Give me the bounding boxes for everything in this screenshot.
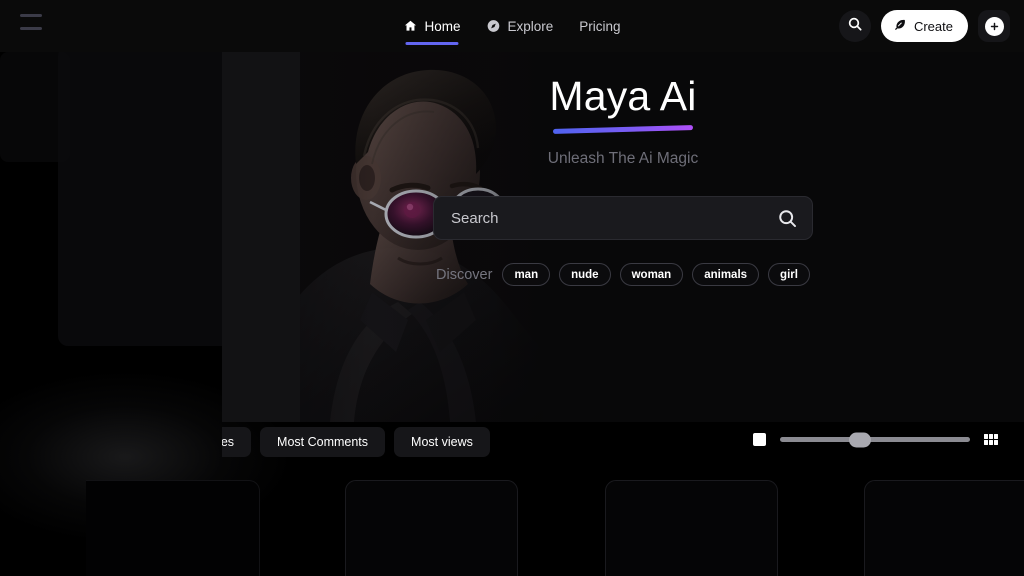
content-card[interactable]: [345, 480, 518, 576]
nav-item-pricing[interactable]: Pricing: [579, 0, 620, 52]
search-icon: [847, 16, 863, 37]
nav-item-pricing-label: Pricing: [579, 18, 621, 34]
search-submit-icon[interactable]: [777, 208, 798, 229]
create-button[interactable]: Create: [880, 10, 968, 42]
hero-subtitle: Unleash The Ai Magic: [547, 150, 699, 167]
chip-most-comments[interactable]: Most Comments: [260, 427, 386, 457]
tag-animals[interactable]: animals: [692, 263, 760, 286]
zoom-size-slider[interactable]: [780, 432, 970, 447]
grid-view-icon[interactable]: [984, 434, 998, 445]
nav-item-explore[interactable]: Explore: [486, 0, 553, 52]
sort-filter-chips: ost votes Most Comments Most views: [222, 427, 490, 457]
tag-woman[interactable]: woman: [619, 263, 684, 286]
top-bar-actions: Create: [838, 0, 1010, 52]
square-view-icon[interactable]: [753, 433, 766, 446]
compass-icon: [486, 19, 500, 33]
main-navigation: Home Explore Pricing: [403, 0, 621, 52]
hero-title: Maya Ai: [549, 73, 697, 119]
chip-most-views[interactable]: Most views: [394, 427, 490, 457]
hero-content: Maya Ai Unleash The Ai Magic Discover ma…: [222, 52, 1024, 422]
discover-tags-row: Discover man nude woman animals girl: [436, 263, 810, 286]
hero-section: Maya Ai Unleash The Ai Magic Discover ma…: [222, 52, 1024, 422]
tag-girl[interactable]: girl: [768, 263, 810, 286]
view-controls: [753, 432, 998, 447]
content-card[interactable]: [86, 480, 260, 576]
plus-icon: [984, 16, 1004, 36]
nav-item-explore-label: Explore: [507, 18, 554, 34]
nav-item-home-label: Home: [424, 18, 461, 34]
create-button-label: Create: [913, 18, 953, 34]
slider-thumb[interactable]: [848, 432, 871, 447]
hamburger-menu-icon[interactable]: [20, 14, 42, 30]
title-underline-accent: [552, 125, 694, 134]
add-button[interactable]: [978, 10, 1010, 42]
filter-toolbar: ost votes Most Comments Most views: [222, 422, 1024, 464]
feather-icon: [893, 18, 907, 35]
search-input[interactable]: [451, 209, 777, 227]
search-button[interactable]: [838, 10, 871, 42]
tag-man[interactable]: man: [502, 263, 551, 286]
chip-most-votes[interactable]: ost votes: [222, 427, 252, 457]
nav-item-home[interactable]: Home: [403, 0, 460, 52]
top-navigation-bar: Home Explore Pricing Create: [0, 0, 1024, 52]
app-root: Home Explore Pricing Create Maya Ai Unle…: [0, 0, 1024, 576]
content-card[interactable]: [605, 480, 778, 576]
content-card-grid: [0, 472, 1024, 576]
background-panel: [58, 46, 248, 346]
content-card[interactable]: [864, 480, 1024, 576]
discover-label: Discover: [436, 266, 493, 283]
hero-search-bar[interactable]: [433, 196, 813, 240]
tag-nude[interactable]: nude: [559, 263, 611, 286]
home-icon: [403, 19, 417, 33]
